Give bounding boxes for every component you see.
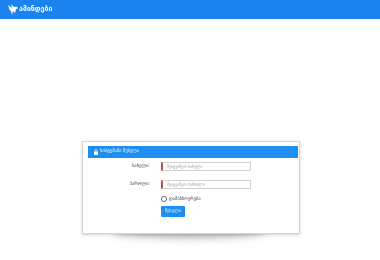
panel-heading: სისტემაში შესვლა [88, 146, 298, 158]
panel-title: სისტემაში შესვლა [100, 149, 140, 154]
lock-icon [94, 149, 98, 155]
top-navbar: ამინდები [0, 0, 380, 19]
username-label: სახელი: [132, 164, 150, 169]
login-button[interactable]: შესვლა [161, 206, 185, 217]
bird-icon[interactable] [7, 3, 19, 16]
remember-me[interactable]: დამახსოვრება [161, 195, 201, 204]
brand-name[interactable]: ამინდები [19, 3, 52, 16]
password-label: პაროლი: [129, 182, 150, 187]
username-input[interactable] [161, 162, 251, 171]
password-input[interactable] [161, 180, 251, 189]
remember-label: დამახსოვრება [169, 197, 201, 202]
remember-checkbox[interactable] [161, 195, 167, 202]
